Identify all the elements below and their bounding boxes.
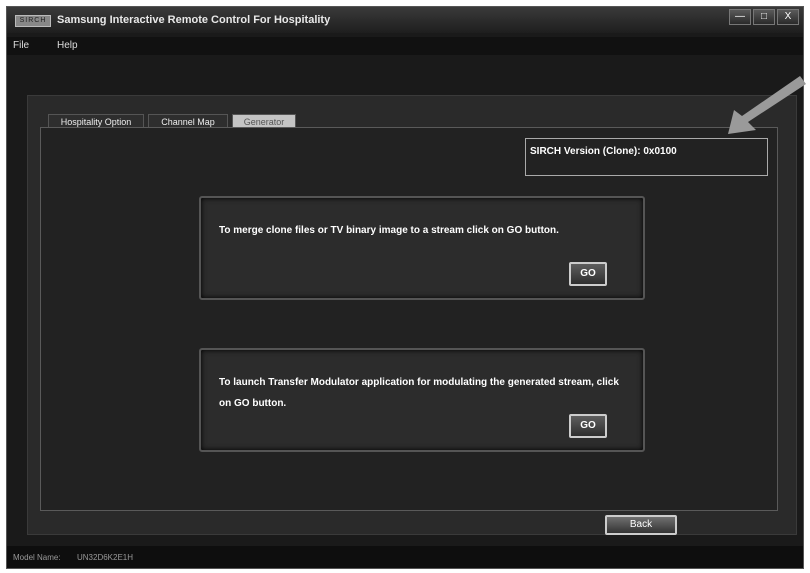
modulator-go-button[interactable]: GO (569, 414, 607, 438)
model-name-value: UN32D6K2E1H (77, 553, 134, 562)
tab-hospitality-option[interactable]: Hospitality Option (48, 114, 144, 128)
app-window: SIRCH Samsung Interactive Remote Control… (6, 6, 804, 569)
menu-file[interactable]: File (13, 40, 29, 51)
merge-stream-box: To merge clone files or TV binary image … (199, 196, 645, 300)
merge-instructions: To merge clone files or TV binary image … (219, 225, 559, 236)
maximize-button[interactable]: □ (753, 9, 775, 25)
model-name-label: Model Name: (13, 553, 61, 562)
merge-go-button[interactable]: GO (569, 262, 607, 286)
main-area: Hospitality Option Channel Map Generator… (27, 95, 797, 535)
tab-generator[interactable]: Generator (232, 114, 296, 128)
app-logo-icon: SIRCH (15, 15, 51, 27)
close-button[interactable]: X (777, 9, 799, 25)
modulator-instructions: To launch Transfer Modulator application… (219, 377, 619, 409)
arrow-pointer-icon (728, 76, 806, 134)
back-button[interactable]: Back (605, 515, 677, 535)
version-info: SIRCH Version (Clone): 0x0100 (525, 138, 768, 176)
status-bar: Model Name: UN32D6K2E1H (7, 546, 803, 568)
generator-panel: SIRCH Version (Clone): 0x0100 To merge c… (40, 127, 778, 511)
menu-help[interactable]: Help (57, 40, 78, 51)
window-controls: — □ X (729, 9, 799, 25)
tab-channel-map[interactable]: Channel Map (148, 114, 228, 128)
menu-bar: File Help (7, 37, 803, 55)
transfer-modulator-box: To launch Transfer Modulator application… (199, 348, 645, 452)
window-title: Samsung Interactive Remote Control For H… (57, 14, 331, 26)
title-bar: SIRCH Samsung Interactive Remote Control… (7, 7, 803, 33)
minimize-button[interactable]: — (729, 9, 751, 25)
